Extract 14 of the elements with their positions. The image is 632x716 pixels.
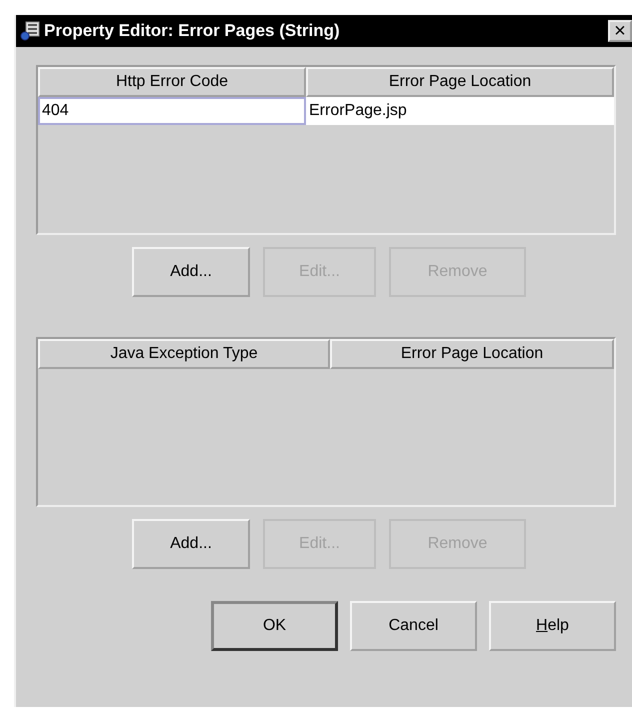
cancel-button[interactable]: Cancel [350, 601, 477, 651]
column-header[interactable]: Java Exception Type [38, 339, 330, 369]
add-button[interactable]: Add... [132, 247, 250, 297]
table-cell[interactable]: 404 [38, 97, 306, 125]
table-cell[interactable]: ErrorPage.jsp [306, 97, 614, 125]
add-button[interactable]: Add... [132, 519, 250, 569]
ok-button[interactable]: OK [211, 601, 338, 651]
column-header[interactable]: Error Page Location [306, 67, 614, 97]
help-button[interactable]: Help [489, 601, 616, 651]
column-header[interactable]: Http Error Code [38, 67, 306, 97]
window-title: Property Editor: Error Pages (String) [44, 21, 341, 41]
close-button[interactable]: × [608, 20, 632, 42]
window-app-icon [20, 21, 40, 41]
column-header[interactable]: Error Page Location [330, 339, 614, 369]
